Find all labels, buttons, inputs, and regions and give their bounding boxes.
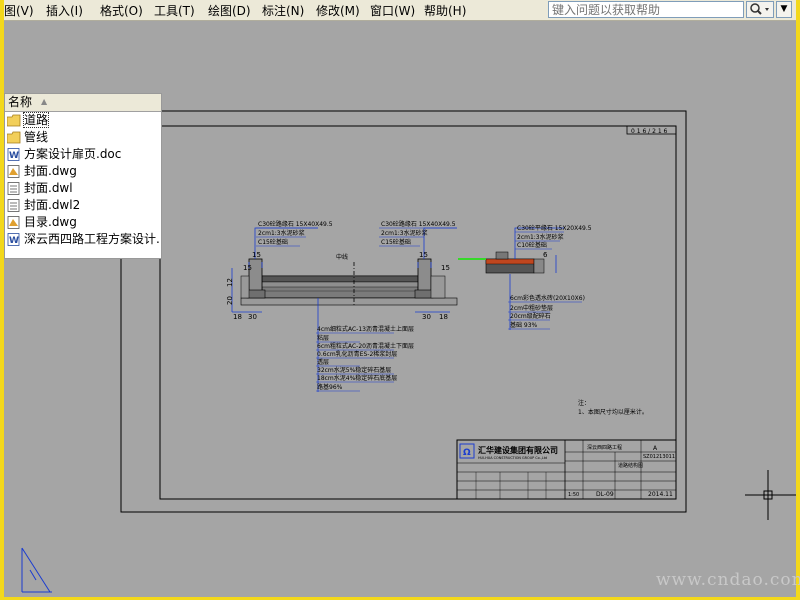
ucs-icon — [21, 547, 52, 593]
watermark: www.cndao.com — [656, 570, 800, 590]
svg-text:15: 15 — [441, 264, 450, 272]
svg-text:2cm1:3水泥砂浆: 2cm1:3水泥砂浆 — [517, 233, 564, 241]
svg-text:W: W — [9, 151, 19, 161]
notes-item: 1、本图尺寸均以厘米计。 — [578, 408, 648, 416]
svg-text:C15砼基础: C15砼基础 — [258, 238, 288, 246]
side-curb-notes: C30砼平缘石 15X20X49.5 2cm1:3水泥砂浆 C10砼基础 — [517, 224, 592, 249]
drawing-title: 道路结构图 — [618, 462, 643, 469]
company-name-en: HUI-HUA CONSTRUCTION GROUP Co.,Ltd — [478, 456, 547, 460]
svg-text:C30砼平缘石 15X20X49.5: C30砼平缘石 15X20X49.5 — [517, 224, 592, 232]
centerline-label: 中线 — [336, 253, 348, 261]
dwl-file-icon — [7, 199, 20, 212]
list-item[interactable]: 封面.dwl — [5, 180, 161, 197]
drawing-scale: 1:50 — [568, 492, 579, 498]
column-header-name[interactable]: 名称 ▲ — [5, 94, 161, 112]
svg-text:Ω: Ω — [463, 448, 471, 458]
folder-icon — [7, 114, 21, 127]
project-name: 深云西四路工程 — [587, 444, 622, 451]
svg-text:20: 20 — [226, 296, 234, 305]
list-item[interactable]: 道路 — [5, 112, 161, 129]
list-item[interactable]: W 方案设计扉页.doc — [5, 146, 161, 163]
page-number: 0 1 6 / 2 1 6 — [631, 128, 668, 135]
sidewalk-layer-notes: 6cm彩色透水砖(20X10X6) 2cm中粗砂垫层 20cm级配碎石 基础 9… — [510, 294, 585, 329]
folder-icon — [7, 131, 21, 144]
crosshair-cursor-icon — [745, 470, 796, 520]
sort-ascending-icon: ▲ — [41, 97, 48, 106]
list-item[interactable]: 目录.dwg — [5, 214, 161, 231]
road-cross-section: 中线 — [240, 251, 545, 306]
dwg-file-icon — [7, 216, 20, 229]
list-item[interactable]: 管线 — [5, 129, 161, 146]
left-curb-notes: C30砼路缘石 15X40X49.5 2cm1:3水泥砂浆 C15砼基础 — [258, 220, 333, 246]
list-item[interactable]: 封面.dwg — [5, 163, 161, 180]
svg-text:6: 6 — [543, 251, 548, 259]
svg-text:20cm级配碎石: 20cm级配碎石 — [510, 312, 551, 320]
notes-title: 注： — [578, 399, 590, 407]
dwg-file-icon — [7, 165, 20, 178]
svg-text:15: 15 — [243, 264, 252, 272]
title-block: Ω 汇华建设集团有限公司 HUI-HUA CONSTRUCTION GROUP … — [456, 439, 677, 500]
svg-text:2cm1:3水泥砂浆: 2cm1:3水泥砂浆 — [381, 229, 428, 237]
file-list-panel: 名称 ▲ 道路 管线 W 方案设计扉页.doc 封面.dwg 封面.dwl 封面… — [4, 93, 162, 259]
company-name: 汇华建设集团有限公司 — [478, 445, 558, 455]
drawing-rev: A — [653, 445, 658, 452]
svg-text:2cm1:3水泥砂浆: 2cm1:3水泥砂浆 — [258, 229, 305, 237]
svg-text:6cm粗粒式AC-20沥青混凝土下面层: 6cm粗粒式AC-20沥青混凝土下面层 — [317, 342, 414, 350]
svg-text:路基96%: 路基96% — [317, 383, 343, 391]
svg-text:18: 18 — [439, 313, 448, 321]
drawing-date: 2014.11 — [648, 491, 673, 498]
list-item[interactable]: W 深云西四路工程方案设计. — [5, 231, 161, 248]
svg-text:透层: 透层 — [317, 358, 329, 366]
svg-text:C15砼基础: C15砼基础 — [381, 238, 411, 246]
right-curb-notes: C30砼路缘石 15X40X49.5 2cm1:3水泥砂浆 C15砼基础 — [381, 220, 456, 246]
svg-text:W: W — [9, 236, 19, 246]
dwl-file-icon — [7, 182, 20, 195]
svg-text:粘层: 粘层 — [317, 334, 329, 342]
svg-text:6cm彩色透水砖(20X10X6): 6cm彩色透水砖(20X10X6) — [510, 294, 585, 302]
svg-text:0.6cm乳化沥青ES-2稀浆封层: 0.6cm乳化沥青ES-2稀浆封层 — [317, 350, 397, 358]
svg-text:15: 15 — [419, 251, 428, 259]
svg-text:C10砼基础: C10砼基础 — [517, 241, 547, 249]
word-doc-icon: W — [7, 148, 20, 161]
word-doc-icon: W — [7, 233, 20, 246]
svg-text:18: 18 — [233, 313, 242, 321]
svg-text:C30砼路缘石 15X40X49.5: C30砼路缘石 15X40X49.5 — [381, 220, 456, 228]
svg-text:30: 30 — [248, 313, 257, 321]
svg-text:4cm细粒式AC-13沥青混凝土上面层: 4cm细粒式AC-13沥青混凝土上面层 — [317, 325, 414, 333]
svg-text:32cm水泥5%稳定碎石基层: 32cm水泥5%稳定碎石基层 — [317, 366, 391, 374]
svg-text:2cm中粗砂垫层: 2cm中粗砂垫层 — [510, 304, 553, 312]
svg-text:30: 30 — [422, 313, 431, 321]
svg-text:C30砼路缘石 15X40X49.5: C30砼路缘石 15X40X49.5 — [258, 220, 333, 228]
svg-text:18cm水泥4%稳定碎石底基层: 18cm水泥4%稳定碎石底基层 — [317, 374, 397, 382]
svg-text:基础 93%: 基础 93% — [510, 321, 538, 329]
list-item[interactable]: 封面.dwl2 — [5, 197, 161, 214]
svg-text:15: 15 — [252, 251, 261, 259]
drawing-number: DL-09 — [596, 491, 614, 498]
drawing-canvas[interactable]: 0 1 6 / 2 1 6 中线 C30砼路缘石 15X40X49.5 2cm1… — [0, 0, 800, 600]
svg-text:12: 12 — [226, 278, 234, 287]
drawing-serial: SZ01213011 — [643, 454, 675, 460]
